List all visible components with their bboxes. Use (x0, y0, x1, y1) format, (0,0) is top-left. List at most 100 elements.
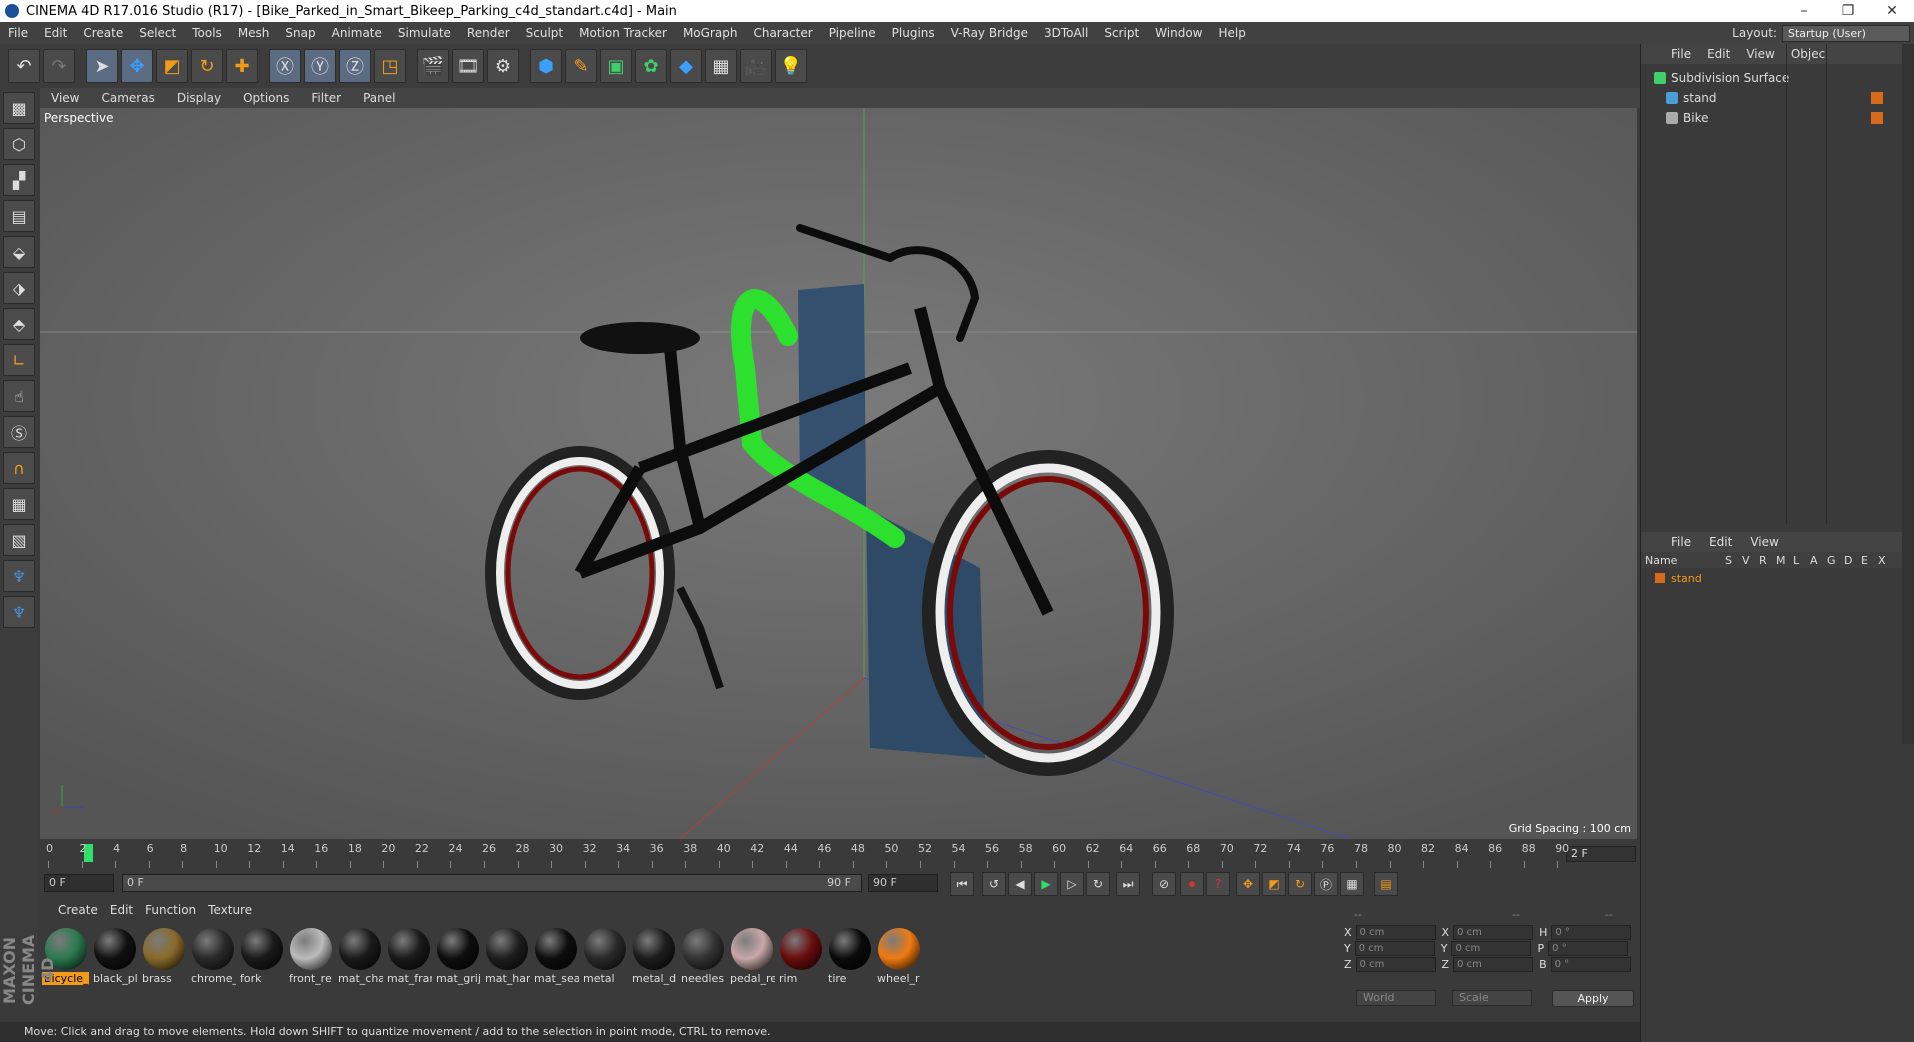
material-name[interactable]: chrome_ (189, 972, 236, 985)
material-swatch[interactable]: pedal_re (728, 928, 777, 985)
material-preview-sphere[interactable] (290, 928, 332, 970)
material-preview-sphere[interactable] (682, 928, 724, 970)
material-name[interactable]: pedal_re (728, 972, 775, 985)
object-name[interactable]: Bike (1683, 111, 1708, 125)
material-preview-sphere[interactable] (731, 928, 773, 970)
material-menu-edit[interactable]: Edit (104, 903, 139, 917)
rotate-tool-icon[interactable]: ↻ (191, 49, 223, 83)
menu-item-select[interactable]: Select (131, 26, 184, 40)
viewport-menu-options[interactable]: Options (232, 91, 300, 105)
object-layer-swatch[interactable] (1871, 92, 1883, 104)
material-swatch[interactable]: mat_har (483, 928, 532, 985)
lm-menu-file[interactable]: File (1671, 535, 1691, 549)
layer-column-g[interactable]: G (1827, 554, 1844, 567)
material-preview-sphere[interactable] (437, 928, 479, 970)
om-menu-view[interactable]: View (1746, 47, 1782, 61)
subdivision-surface-icon[interactable]: ▣ (600, 49, 632, 83)
coord-value-field[interactable]: 0 cm (1354, 940, 1435, 956)
material-preview-sphere[interactable] (241, 928, 283, 970)
menu-item-simulate[interactable]: Simulate (390, 26, 459, 40)
coord-value-field[interactable]: 0 cm (1453, 924, 1534, 940)
layer-row[interactable]: stand (1645, 570, 1910, 586)
menu-item-help[interactable]: Help (1210, 26, 1253, 40)
key-pla-icon[interactable]: ▦ (1340, 872, 1364, 896)
material-preview-sphere[interactable] (584, 928, 626, 970)
cube-primitive-icon[interactable]: ⬢ (530, 49, 562, 83)
om-menu-edit[interactable]: Edit (1707, 47, 1738, 61)
material-name[interactable]: rim (777, 972, 824, 985)
viewport-menu-panel[interactable]: Panel (352, 91, 406, 105)
material-name[interactable]: mat_har (483, 972, 530, 985)
side-tabs[interactable] (1902, 44, 1914, 744)
object-name[interactable]: Subdivision Surface (1671, 71, 1789, 85)
material-name[interactable]: wheel_r (875, 972, 922, 985)
material-swatch[interactable]: fork (238, 928, 287, 985)
material-preview-sphere[interactable] (486, 928, 528, 970)
material-swatch[interactable]: mat_frar (385, 928, 434, 985)
floor-scene-icon[interactable]: ▦ (705, 49, 737, 83)
minimize-icon[interactable]: – (1784, 0, 1824, 22)
texture-mode-icon[interactable]: ▞ (3, 164, 35, 196)
light-bulb-icon[interactable]: 💡 (775, 49, 807, 83)
next-frame-icon[interactable]: ▷ (1060, 872, 1084, 896)
material-name[interactable]: needles (679, 972, 726, 985)
menu-item-snap[interactable]: Snap (277, 26, 323, 40)
previous-frame-icon[interactable]: ◀ (1008, 872, 1032, 896)
viewport-menu-view[interactable]: View (40, 91, 90, 105)
layer-column-m[interactable]: M (1776, 554, 1793, 567)
material-name[interactable]: metal_d (630, 972, 677, 985)
material-preview-sphere[interactable] (339, 928, 381, 970)
live-select-icon[interactable]: ✚ (226, 49, 258, 83)
menu-item-tools[interactable]: Tools (184, 26, 230, 40)
material-swatch[interactable]: mat_sea (532, 928, 581, 985)
coord-value-field[interactable]: 0 ° (1550, 956, 1631, 972)
workplane-icon[interactable]: ▤ (3, 200, 35, 232)
make-editable-icon[interactable]: ▩ (3, 92, 35, 124)
material-preview-sphere[interactable] (535, 928, 577, 970)
material-preview-sphere[interactable] (94, 928, 136, 970)
object-row[interactable]: stand (1649, 88, 1889, 108)
coordinate-system-icon[interactable]: ◳ (374, 49, 406, 83)
keyframe-selection-icon[interactable]: ? (1206, 872, 1230, 896)
points-mode-icon[interactable]: ⬙ (3, 236, 35, 268)
tweak-mode-icon[interactable]: ☝ (3, 380, 35, 412)
object-row[interactable]: Bike (1649, 108, 1889, 128)
menu-item-3dtoall[interactable]: 3DToAll (1036, 26, 1096, 40)
render-picture-viewer-icon[interactable]: 🎞 (452, 49, 484, 83)
menu-item-sculpt[interactable]: Sculpt (518, 26, 571, 40)
layer-column-a[interactable]: A (1810, 554, 1827, 567)
material-swatch[interactable]: metal (581, 928, 630, 985)
axis-mode-icon[interactable]: ∟ (3, 344, 35, 376)
material-name[interactable]: black_pl (91, 972, 138, 985)
viewport-menu-display[interactable]: Display (166, 91, 232, 105)
move-tool-icon[interactable]: ✥ (121, 49, 153, 83)
material-swatch[interactable]: rim (777, 928, 826, 985)
material-name[interactable]: brass (140, 972, 187, 985)
menu-item-edit[interactable]: Edit (36, 26, 75, 40)
material-swatch[interactable]: black_pl (91, 928, 140, 985)
menu-item-pipeline[interactable]: Pipeline (821, 26, 884, 40)
magnet-icon[interactable]: ∩ (3, 452, 35, 484)
material-name[interactable]: mat_frar (385, 972, 432, 985)
end-frame-field[interactable]: 90 F (868, 874, 938, 892)
menu-item-plugins[interactable]: Plugins (884, 26, 943, 40)
material-name[interactable]: metal (581, 972, 628, 985)
polygons-mode-icon[interactable]: ⬘ (3, 308, 35, 340)
timeline-ruler[interactable]: 2 F 0 2 4 6 8 10 12 14 16 18 20 22 24 26 28 30 32 34 36 38 4… (40, 840, 1640, 870)
material-preview-sphere[interactable] (878, 928, 920, 970)
y-axis-lock-icon[interactable]: Ⓨ (304, 49, 336, 83)
object-layer-swatch[interactable] (1871, 112, 1883, 124)
render-view-icon[interactable]: 🎬 (417, 49, 449, 83)
coord-value-field[interactable]: 0 cm (1355, 956, 1436, 972)
menu-item-animate[interactable]: Animate (324, 26, 390, 40)
material-name[interactable]: tire (826, 972, 873, 985)
scale-tool-icon[interactable]: ◩ (156, 49, 188, 83)
key-parameter-icon[interactable]: Ⓟ (1314, 872, 1338, 896)
material-swatch[interactable]: tire (826, 928, 875, 985)
close-icon[interactable]: ✕ (1872, 0, 1912, 22)
layer-color-swatch[interactable] (1655, 573, 1665, 583)
restore-icon[interactable]: ❐ (1828, 0, 1868, 22)
material-swatch[interactable]: wheel_r (875, 928, 924, 985)
material-menu-function[interactable]: Function (139, 903, 202, 917)
viewport-menu-cameras[interactable]: Cameras (90, 91, 165, 105)
